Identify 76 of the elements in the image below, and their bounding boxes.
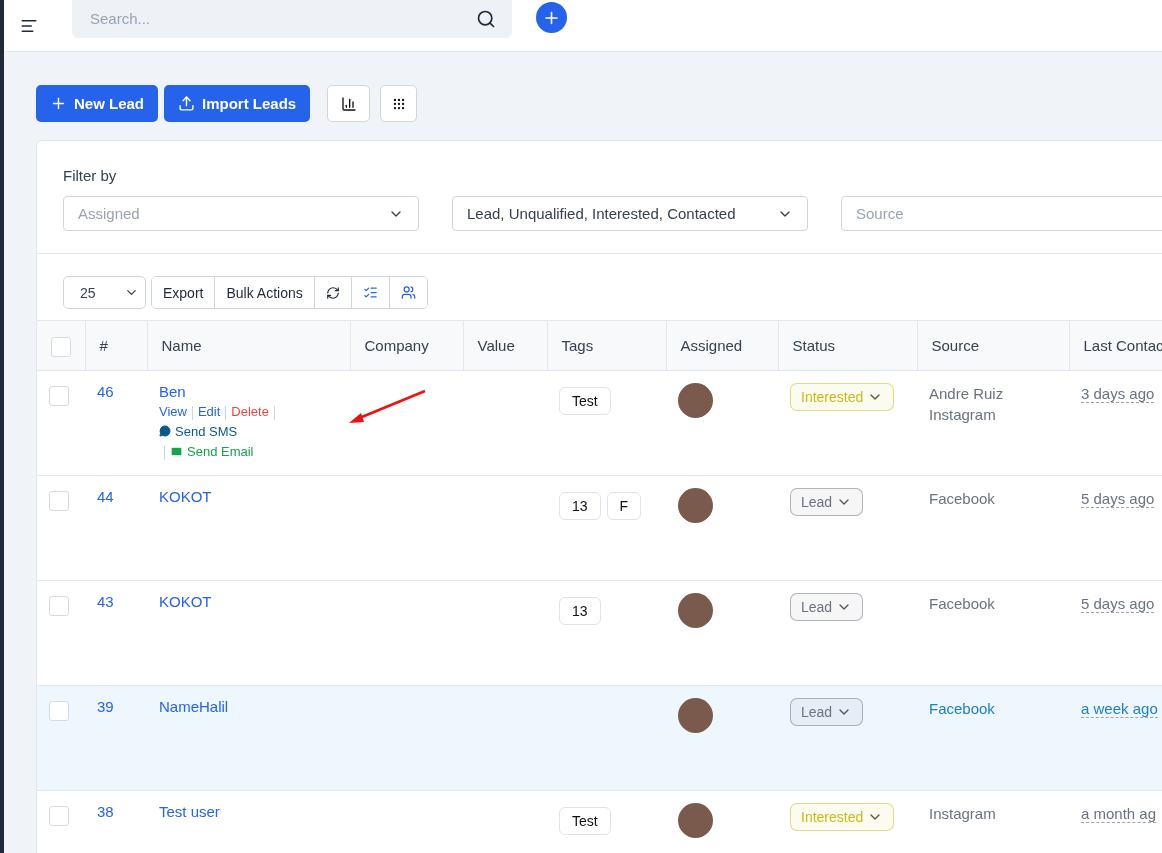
filter-select[interactable]: Assigned <box>63 196 419 231</box>
last-contact-text: 5 days ago <box>1081 595 1155 613</box>
users-button[interactable] <box>388 277 427 308</box>
refresh-icon <box>325 285 340 300</box>
lead-id-link[interactable]: 44 <box>97 488 114 505</box>
lead-id-link[interactable]: 39 <box>97 698 114 715</box>
last-contact-text: 3 days ago <box>1081 385 1155 403</box>
search-input[interactable]: Search... <box>88 9 476 28</box>
avatar-photo <box>678 488 713 523</box>
lead-id-link[interactable]: 43 <box>97 593 114 610</box>
avatar-photo <box>678 383 713 418</box>
add-button[interactable] <box>536 2 567 33</box>
tag-chip: Test <box>559 387 611 415</box>
row-checkbox[interactable] <box>49 386 69 406</box>
source-text: Facebook <box>929 699 996 719</box>
source-text: Facebook <box>929 594 996 614</box>
email-link[interactable]: Send Email <box>170 444 254 459</box>
row-checkbox[interactable] <box>49 596 69 616</box>
envelope-icon <box>170 445 183 458</box>
lead-name-link[interactable]: KOKOT <box>159 488 212 505</box>
import-leads-button[interactable]: Import Leads <box>164 85 311 122</box>
status-dropdown[interactable]: Lead <box>790 488 864 516</box>
column-header: Company <box>350 320 463 371</box>
tag-chip: Test <box>559 807 611 835</box>
status-dropdown[interactable]: Lead <box>790 698 864 726</box>
lead-id-link[interactable]: 46 <box>97 383 114 400</box>
avatar-photo <box>678 593 713 628</box>
sms-link[interactable]: Send SMS <box>159 424 238 439</box>
source-text: Facebook <box>929 489 996 509</box>
column-header: Name <box>147 320 350 371</box>
tag-chip: 13 <box>559 597 601 625</box>
column-header: Value <box>463 320 547 371</box>
tag-chip: 13 <box>559 492 601 520</box>
delete-link[interactable]: Delete <box>231 404 269 419</box>
source-text: Instagram <box>929 405 997 425</box>
filter-select[interactable]: Lead, Unqualified, Interested, Contacted <box>452 196 808 231</box>
search-field[interactable]: Search... <box>72 0 512 38</box>
view-link[interactable]: View <box>159 404 187 419</box>
source-text: Andre Ruiz <box>929 384 1005 404</box>
column-header: Status <box>778 320 917 371</box>
row-checkbox[interactable] <box>49 701 69 721</box>
last-contact-text: a week ago <box>1081 700 1158 718</box>
lead-name-link[interactable]: KOKOT <box>159 593 212 610</box>
avatar-photo <box>678 698 713 733</box>
last-contact-text: 5 days ago <box>1081 490 1155 508</box>
lead-id-link[interactable]: 38 <box>97 803 114 820</box>
column-header: Assigned <box>666 320 778 371</box>
status-dropdown[interactable]: Lead <box>790 593 864 621</box>
lead-name-link[interactable]: NameHalil <box>159 698 229 715</box>
chat-bubble-icon <box>159 425 171 437</box>
plus-icon <box>50 95 67 112</box>
users-icon <box>400 285 416 300</box>
search-icon <box>476 8 496 29</box>
filter-label: Filter by <box>63 167 118 184</box>
column-header: Tags <box>547 320 666 371</box>
page-size-select[interactable]: 25 <box>63 276 146 309</box>
filter-select[interactable]: Source <box>841 196 1162 231</box>
chart-icon <box>340 95 357 112</box>
edit-link[interactable]: Edit <box>197 404 221 419</box>
chart-view-button[interactable] <box>327 85 371 122</box>
avatar-photo <box>678 803 713 838</box>
tag-chip: F <box>606 492 642 520</box>
grid-icon <box>391 96 406 111</box>
column-header: # <box>85 320 147 371</box>
row-checkbox[interactable] <box>49 491 69 511</box>
row-checkbox[interactable] <box>49 806 69 826</box>
last-contact-text: a month ag <box>1081 805 1157 823</box>
grid-view-button[interactable] <box>380 85 418 122</box>
source-text: Instagram <box>929 804 997 824</box>
checklist-icon <box>362 285 378 300</box>
lead-name-link[interactable]: Test user <box>159 803 220 820</box>
select-all-checkbox[interactable] <box>51 337 71 357</box>
lead-name-link[interactable]: Ben <box>159 383 186 400</box>
new-lead-button[interactable]: New Lead <box>36 85 159 122</box>
column-header: Source <box>917 320 1069 371</box>
upload-icon <box>178 95 196 112</box>
